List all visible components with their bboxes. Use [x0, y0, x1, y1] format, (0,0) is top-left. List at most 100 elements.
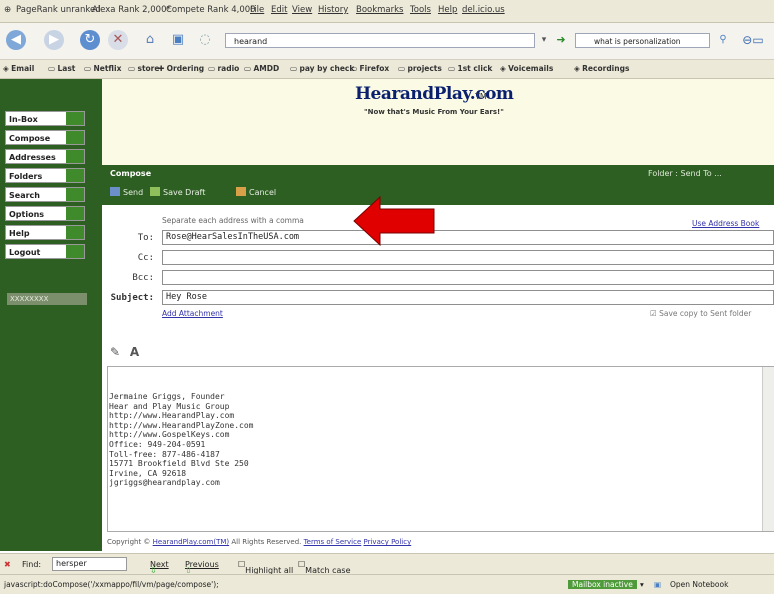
open-notebook-link[interactable]: Open Notebook [670, 580, 728, 589]
notebook-icon[interactable]: ▣ [654, 580, 661, 589]
search-input[interactable]: what is personalization [575, 33, 710, 48]
menu-file[interactable]: File [250, 5, 264, 15]
toolbar-compete[interactable]: Compete Rank 4,000 [166, 5, 256, 15]
status-bar: javascript:doCompose('/xxmappo/fil/vm/pa… [0, 574, 774, 594]
site-logo[interactable]: HearandPlay.com [355, 84, 514, 106]
terms-link[interactable]: Terms of Service [304, 538, 362, 546]
find-bar: ✖ Find: hersper ⇩ Next ⇧ Previous ☐ High… [0, 553, 774, 575]
menu-delicious[interactable]: del.icio.us [462, 5, 505, 15]
reload-icon[interactable]: ↻ [80, 30, 100, 50]
browser-menubar: ⊕ PageRank unranked Alexa Rank 2,000* Co… [0, 0, 774, 23]
editor-scrollbar[interactable] [762, 367, 774, 531]
highlight-all-checkbox[interactable]: ☐ Highlight all [238, 560, 293, 575]
editor-toolbar: ✎ A [110, 345, 139, 359]
menu-view[interactable]: View [292, 5, 312, 15]
bookmark-page-icon[interactable]: ▣ [168, 30, 188, 50]
menu-edit[interactable]: Edit [271, 5, 287, 15]
addon-icon[interactable]: ⊖▭ [738, 30, 768, 50]
page-footer: Copyright © HearandPlay.com(TM) All Righ… [107, 538, 412, 546]
bookmark-pay-by-check[interactable]: ▭ pay by check [290, 64, 354, 73]
signature-line: Toll-free: 877-486-4187 [109, 449, 220, 459]
status-indicator[interactable]: Mailbox inactive [568, 580, 637, 589]
signature-line: http://www.HearandPlayZone.com [109, 420, 254, 430]
signature-line: Hear and Play Music Group [109, 401, 230, 411]
url-bar[interactable]: hearand [225, 33, 535, 48]
pagerank-icon: ⊕ [4, 5, 12, 15]
bookmark-amdd[interactable]: ▭ AMDD [244, 64, 279, 73]
compose-header-links[interactable]: Folder : Send To ... [648, 169, 722, 178]
bcc-label: Bcc: [132, 273, 154, 283]
toolbar-alexa[interactable]: Alexa Rank 2,000* [92, 5, 171, 15]
cc-label: Cc: [137, 253, 154, 263]
sidebar-item-addresses[interactable]: Addresses [5, 149, 85, 164]
find-next-button[interactable]: ⇩ Next [150, 560, 169, 575]
sidebar-item-help[interactable]: Help [5, 225, 85, 240]
status-url: javascript:doCompose('/xxmappo/fil/vm/pa… [4, 580, 219, 589]
bookmark-voicemails[interactable]: ◈ Voicemails [500, 64, 553, 73]
send-button[interactable]: Send [110, 187, 143, 197]
bookmark-projects[interactable]: ▭ projects [398, 64, 442, 73]
menu-bookmarks[interactable]: Bookmarks [356, 5, 404, 15]
menu-history[interactable]: History [318, 5, 348, 15]
cc-field[interactable] [162, 250, 774, 265]
find-input[interactable]: hersper [52, 557, 127, 571]
sidebar-item-search[interactable]: Search [5, 187, 85, 202]
address-hint: Separate each address with a comma [162, 216, 304, 225]
bookmark-netflix[interactable]: ▭ Netflix [84, 64, 121, 73]
search-magnifier-icon[interactable]: ⚲ [716, 30, 730, 50]
bookmark-last[interactable]: ▭ Last [48, 64, 75, 73]
navigation-toolbar: ◀ ▶ ↻ ✕ ⌂ ▣ ◌ hearand ▾ ➜ what is person… [0, 23, 774, 60]
signature-line: Jermaine Griggs, Founder [109, 392, 225, 401]
forward-arrow-icon[interactable]: ▶ [44, 30, 64, 50]
bookmark-firefox[interactable]: ▭ Firefox [350, 64, 389, 73]
bookmark-1st-click[interactable]: ▭ 1st click [448, 64, 492, 73]
stop-icon[interactable]: ✕ [108, 30, 128, 50]
signature-line: http://www.HearandPlay.com [109, 411, 235, 421]
bookmark-store[interactable]: ▭ store [128, 64, 159, 73]
toolbar-pagerank[interactable]: PageRank unranked [16, 5, 101, 15]
checkbox-icon[interactable]: ☑ [650, 309, 657, 318]
subject-field[interactable]: Hey Rose [162, 290, 774, 305]
send-icon [110, 187, 120, 196]
cancel-icon [236, 187, 246, 196]
sidebar-item-options[interactable]: Options [5, 206, 85, 221]
sidebar-item-compose[interactable]: Compose [5, 130, 85, 145]
brand-link[interactable]: HearandPlay.com(TM) [153, 538, 229, 546]
url-dropdown-icon[interactable]: ▾ [537, 30, 551, 50]
sidebar-item-inbox[interactable]: In-Box [5, 111, 85, 126]
sidebar-item-folders[interactable]: Folders [5, 168, 85, 183]
status-dropdown-icon[interactable]: ▾ [640, 580, 644, 589]
bookmark-radio[interactable]: ▭ radio [208, 64, 239, 73]
edit-pen-icon[interactable]: ✎ [110, 345, 120, 359]
menu-help[interactable]: Help [438, 5, 457, 15]
address-book-link[interactable]: Use Address Book [692, 219, 759, 228]
menu-tools[interactable]: Tools [410, 5, 431, 15]
add-attachment-link[interactable]: Add Attachment [162, 309, 223, 318]
subject-label: Subject: [110, 293, 154, 303]
to-field[interactable]: Rose@HearSalesInTheUSA.com [162, 230, 774, 245]
mail-sidebar: In-Box Compose Addresses Folders Search … [0, 79, 102, 551]
signature-line: jgriggs@hearandplay.com [109, 478, 220, 488]
find-previous-button[interactable]: ⇧ Previous [185, 560, 219, 575]
cancel-button[interactable]: Cancel [236, 187, 276, 197]
site-tagline: "Now that's Music From Your Ears!" [364, 108, 504, 116]
bookmark-ordering[interactable]: ✚ Ordering [158, 64, 204, 73]
font-icon[interactable]: A [130, 345, 139, 359]
go-arrow-icon[interactable]: ➜ [553, 30, 569, 50]
save-copy-checkbox[interactable]: ☑ Save copy to Sent folder [650, 309, 751, 318]
bcc-field[interactable] [162, 270, 774, 285]
signature-line: 15771 Brookfield Blvd Ste 250 [109, 459, 249, 469]
bookmark-email[interactable]: ◈ Email [3, 64, 34, 73]
globe-icon[interactable]: ◌ [195, 30, 215, 50]
back-arrow-icon[interactable]: ◀ [6, 30, 26, 50]
bookmark-recordings[interactable]: ◈ Recordings [574, 64, 629, 73]
home-icon[interactable]: ⌂ [140, 30, 160, 50]
save-draft-button[interactable]: Save Draft [150, 187, 205, 197]
privacy-link[interactable]: Privacy Policy [364, 538, 412, 546]
to-label: To: [137, 233, 154, 243]
match-case-checkbox[interactable]: ☐ Match case [298, 560, 351, 575]
annotation-arrow [353, 195, 435, 247]
close-find-icon[interactable]: ✖ [4, 560, 11, 569]
signature-line: Irvine, CA 92618 [109, 468, 187, 478]
sidebar-item-logout[interactable]: Logout [5, 244, 85, 259]
